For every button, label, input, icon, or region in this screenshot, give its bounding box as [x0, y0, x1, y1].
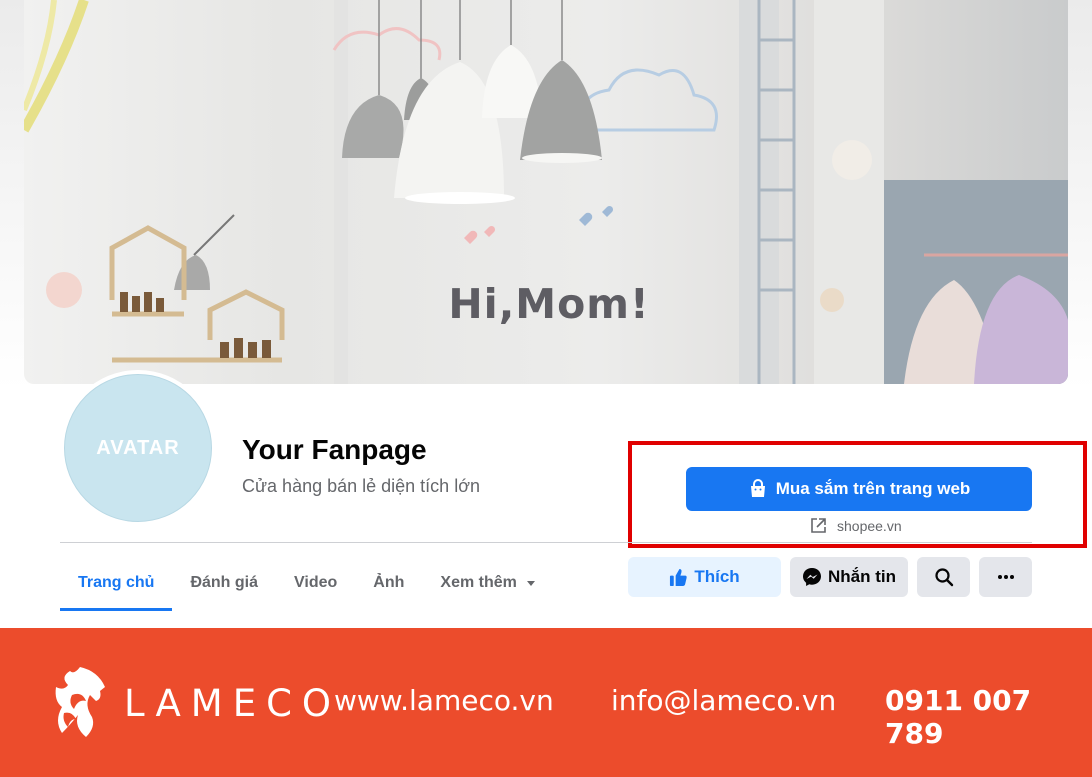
like-button[interactable]: Thích [628, 557, 781, 597]
horse-logo-icon [55, 667, 105, 737]
avatar[interactable]: AVATAR [60, 370, 216, 526]
thumbs-up-icon [670, 568, 687, 586]
message-button[interactable]: Nhắn tin [790, 557, 908, 597]
footer-website[interactable]: www.lameco.vn [334, 684, 554, 717]
page-category[interactable]: Cửa hàng bán lẻ diện tích lớn [242, 476, 480, 497]
tab-reviews[interactable]: Đánh giá [172, 556, 276, 610]
like-button-label: Thích [694, 567, 740, 586]
footer-email[interactable]: info@lameco.vn [611, 684, 836, 717]
tab-more[interactable]: Xem thêm [422, 556, 554, 610]
search-icon [934, 568, 953, 587]
shop-link[interactable]: shopee.vn [810, 517, 902, 534]
caret-down-icon [526, 581, 535, 586]
search-button[interactable] [917, 557, 970, 597]
tab-photos-label: Ảnh [373, 574, 405, 591]
tab-home[interactable]: Trang chủ [60, 556, 173, 611]
divider [60, 542, 1032, 543]
shop-button-label: Mua sắm trên trang web [775, 479, 971, 498]
tab-videos[interactable]: Video [276, 556, 355, 610]
messenger-icon [803, 568, 821, 586]
page-tabs: Trang chủ Đánh giá Video Ảnh Xem thêm [60, 556, 555, 611]
avatar-placeholder: AVATAR [64, 374, 212, 522]
ellipsis-icon [997, 575, 1014, 579]
message-button-label: Nhắn tin [828, 567, 896, 586]
tab-more-label: Xem thêm [440, 574, 517, 591]
shopping-bag-icon [750, 479, 765, 497]
shop-link-text: shopee.vn [837, 517, 902, 534]
tab-photos[interactable]: Ảnh [355, 556, 422, 610]
cover-photo[interactable]: Hi,Mom! [24, 0, 1068, 384]
page-title[interactable]: Your Fanpage [242, 434, 427, 466]
tab-home-label: Trang chủ [78, 574, 155, 591]
footer-banner: LAMECO www.lameco.vn info@lameco.vn 0911… [0, 628, 1092, 777]
footer-phone[interactable]: 0911 007 789 [885, 684, 1092, 750]
tab-reviews-label: Đánh giá [190, 574, 259, 591]
external-link-icon [811, 518, 826, 533]
tab-videos-label: Video [294, 574, 338, 591]
brand-name: LAMECO [124, 682, 342, 725]
shop-on-website-button[interactable]: Mua sắm trên trang web [686, 467, 1032, 511]
more-options-button[interactable] [979, 557, 1032, 597]
cover-slogan: Hi,Mom! [448, 280, 650, 328]
